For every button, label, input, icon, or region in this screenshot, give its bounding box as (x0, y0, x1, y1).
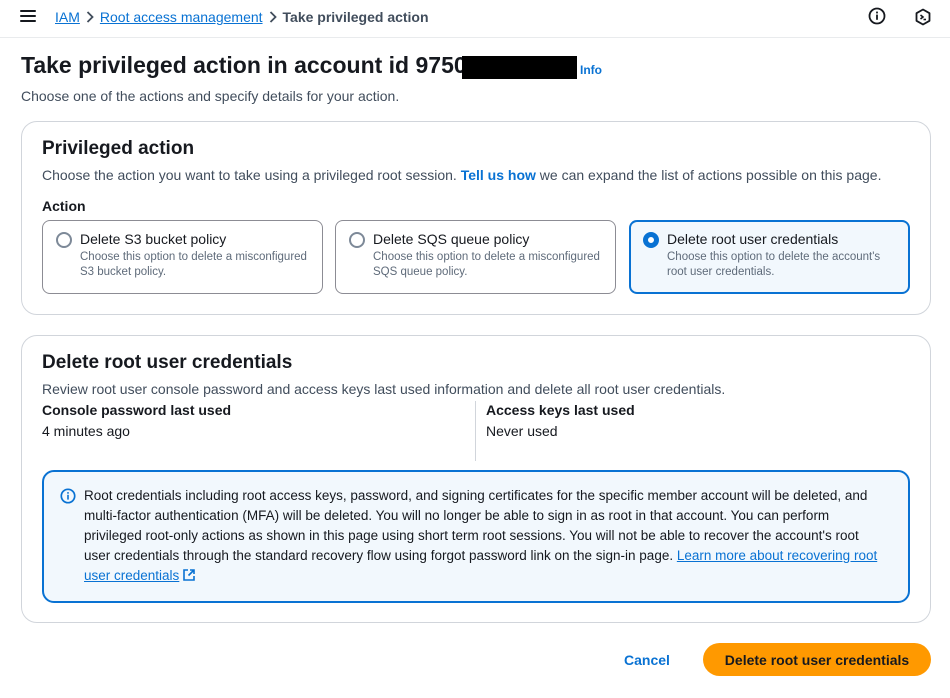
privileged-action-title: Privileged action (42, 138, 195, 159)
radio-tile-delete-sqs-queue-policy[interactable]: Delete SQS queue policy Choose this opti… (335, 220, 616, 294)
column-divider (475, 401, 476, 461)
access-keys-kv: Access keys last used Never used (486, 402, 635, 439)
radio-button[interactable] (56, 232, 72, 248)
top-navigation-bar: IAM Root access management Take privileg… (0, 0, 950, 38)
access-keys-value: Never used (486, 423, 558, 439)
radio-tile-description: Choose this option to delete the account… (667, 251, 881, 278)
breadcrumb: IAM Root access management Take privileg… (55, 9, 429, 25)
chevron-right-icon (80, 11, 100, 23)
radio-tile-label: Delete S3 bucket policy (80, 231, 227, 247)
console-password-label: Console password last used (42, 402, 232, 418)
chevron-right-icon (263, 11, 283, 23)
privileged-action-description: Choose the action you want to take using… (42, 167, 881, 183)
alert-text: Root credentials including root access k… (84, 486, 884, 586)
radio-tile-delete-root-user-credentials[interactable]: Delete root user credentials Choose this… (629, 220, 910, 294)
menu-icon[interactable] (20, 10, 36, 24)
page-title: Take privileged action in account id 975… (21, 52, 467, 78)
description-text: we can expand the list of actions possib… (535, 167, 882, 183)
delete-credentials-description: Review root user console password and ac… (42, 381, 726, 397)
cloudshell-icon[interactable] (914, 8, 932, 26)
delete-credentials-container: Delete root user credentials Review root… (21, 335, 931, 623)
radio-button[interactable] (349, 232, 365, 248)
radio-tile-description: Choose this option to delete a misconfig… (373, 251, 600, 278)
radio-tile-label: Delete SQS queue policy (373, 231, 530, 247)
delete-root-user-credentials-button[interactable]: Delete root user credentials (703, 643, 931, 676)
page-description: Choose one of the actions and specify de… (21, 88, 400, 104)
delete-credentials-title: Delete root user credentials (42, 352, 293, 373)
radio-tile-description: Choose this option to delete a misconfig… (80, 251, 307, 278)
privileged-action-container: Privileged action Choose the action you … (21, 121, 931, 315)
external-link-icon (183, 569, 196, 581)
info-link[interactable]: Info (580, 63, 602, 77)
console-password-kv: Console password last used 4 minutes ago (42, 402, 231, 439)
description-text: Choose the action you want to take using… (42, 167, 461, 183)
radio-tile-delete-s3-bucket-policy[interactable]: Delete S3 bucket policy Choose this opti… (42, 220, 323, 294)
tell-us-how-link[interactable]: Tell us how (461, 167, 536, 183)
redacted-account-id (462, 56, 577, 79)
cancel-button[interactable]: Cancel (612, 645, 682, 675)
breadcrumb-root-access-management[interactable]: Root access management (100, 9, 263, 25)
radio-tile-label: Delete root user credentials (667, 231, 839, 247)
breadcrumb-iam[interactable]: IAM (55, 9, 80, 25)
action-field-label: Action (42, 198, 86, 214)
access-keys-label: Access keys last used (486, 402, 635, 418)
console-password-value: 4 minutes ago (42, 423, 130, 439)
breadcrumb-current: Take privileged action (282, 9, 429, 25)
info-alert: Root credentials including root access k… (42, 470, 910, 603)
radio-button-selected[interactable] (643, 232, 659, 248)
info-icon (60, 488, 76, 504)
info-circle-icon[interactable] (868, 7, 886, 25)
